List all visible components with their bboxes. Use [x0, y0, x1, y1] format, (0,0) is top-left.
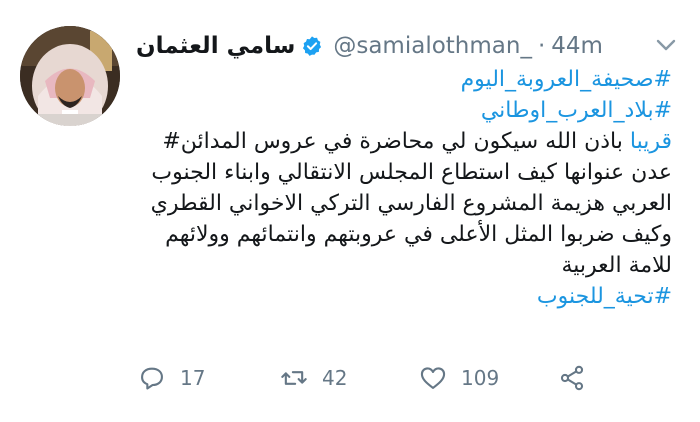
hashtag-link[interactable]: #تحية_للجنوب	[132, 281, 672, 312]
mention-link[interactable]: قريبا	[630, 129, 672, 154]
reply-button[interactable]: 17	[138, 364, 205, 392]
avatar[interactable]	[20, 26, 120, 126]
chevron-down-icon[interactable]	[655, 36, 677, 54]
heart-icon	[420, 367, 446, 389]
hashtag-link[interactable]: #بلاد_العرب_اوطاني	[132, 95, 672, 126]
text-line: للامة العربية	[561, 253, 672, 278]
reply-icon	[141, 367, 163, 390]
hashtag-link[interactable]: #صحيفة_العروبة_اليوم	[132, 64, 672, 95]
text-line: قريبا باذن الله سيكون لي محاضرة في عروس …	[132, 126, 672, 157]
retweet-icon	[281, 371, 307, 385]
action-bar: 17 42 109	[0, 356, 700, 400]
text-segment: باذن الله سيكون لي محاضرة في عروس المدائ…	[162, 129, 630, 154]
share-button[interactable]	[558, 364, 586, 392]
avatar-image	[20, 26, 120, 126]
retweet-button[interactable]: 42	[280, 364, 347, 392]
text-line: عدن عنوانها كيف استطاع المجلس الانتقالي …	[151, 160, 672, 185]
share-icon	[560, 365, 584, 391]
like-button[interactable]: 109	[419, 364, 499, 392]
tweet-card[interactable]: سامي العثمان @samialothman_ · 44m #صحيفة…	[0, 0, 700, 422]
verified-badge-icon	[303, 36, 322, 56]
reply-count: 17	[180, 366, 206, 390]
display-name[interactable]: سامي العثمان	[136, 33, 295, 59]
tweet-header: سامي العثمان @samialothman_ · 44m	[136, 30, 636, 62]
timestamp[interactable]: 44m	[551, 33, 603, 59]
like-count: 109	[461, 366, 500, 390]
text-line: العربي هزيمة المشروع الفارسي التركي الاخ…	[150, 191, 672, 216]
text-line: وكيف ضربوا المثل الأعلى في عروبتهم وانتم…	[165, 222, 672, 247]
retweet-count: 42	[322, 366, 348, 390]
tweet-text: #صحيفة_العروبة_اليوم #بلاد_العرب_اوطاني …	[132, 64, 672, 312]
separator: ·	[537, 33, 546, 59]
handle[interactable]: @samialothman_	[333, 33, 532, 59]
